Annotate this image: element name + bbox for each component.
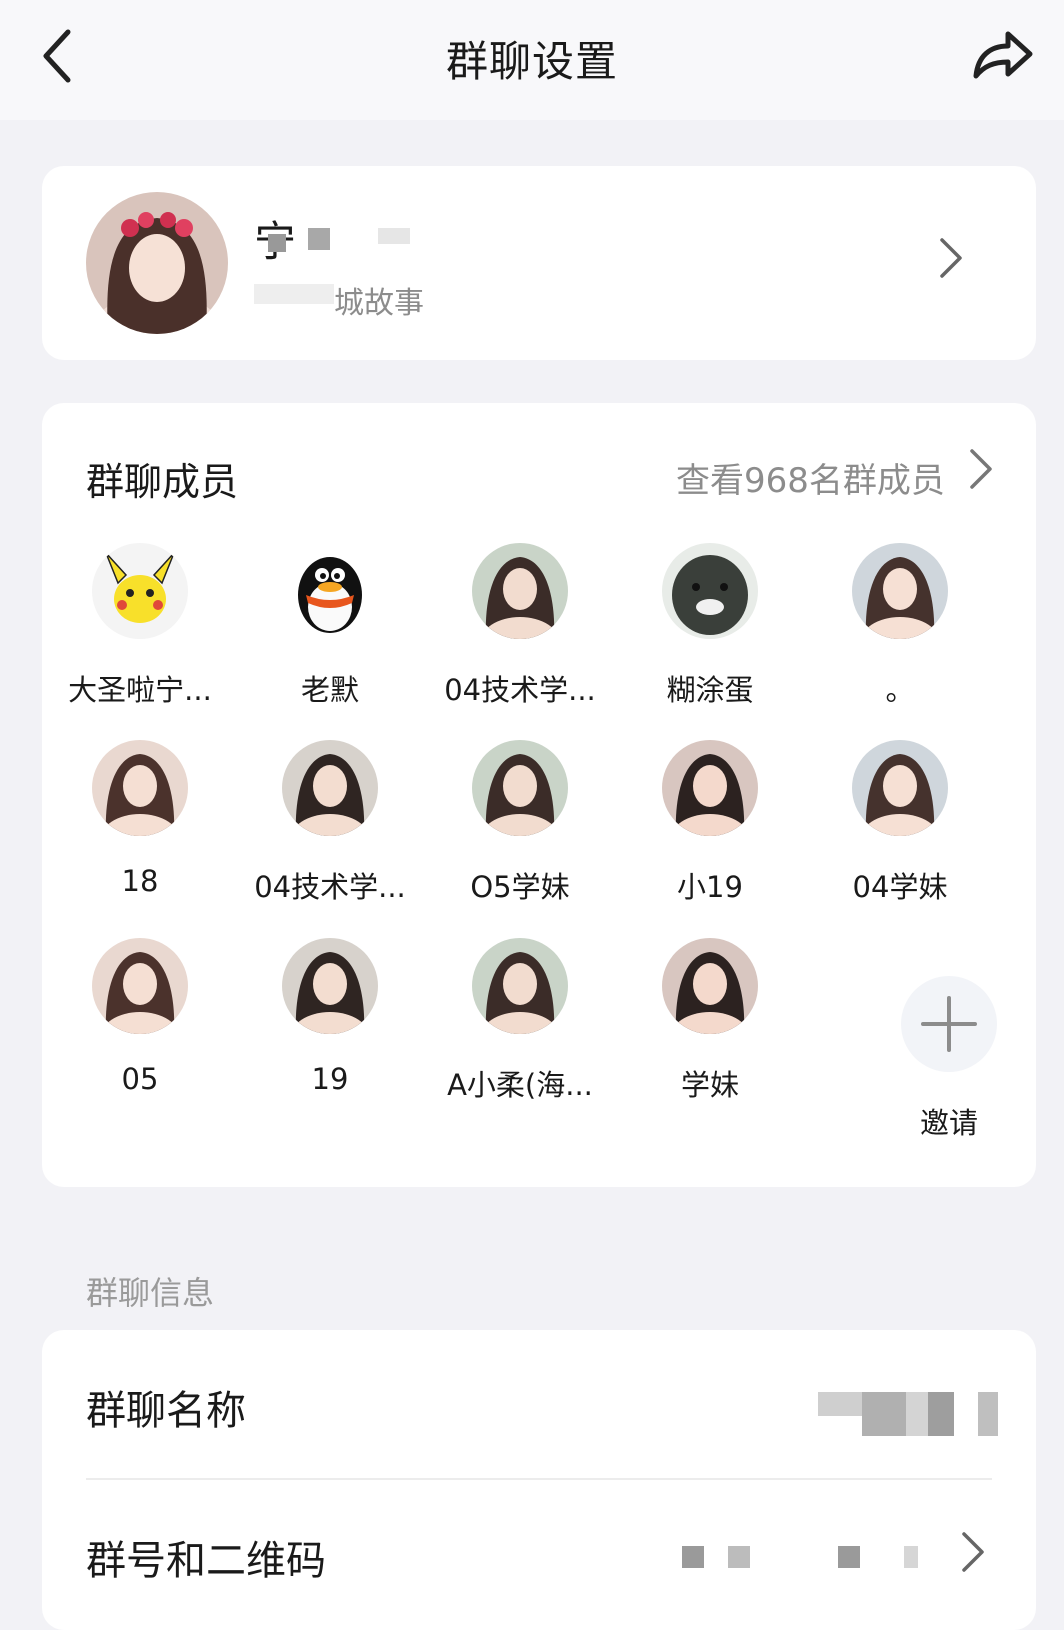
member-avatar[interactable] bbox=[852, 740, 948, 836]
info-section-label: 群聊信息 bbox=[86, 1274, 215, 1312]
redaction-block bbox=[682, 1546, 704, 1568]
member-item[interactable]: 19 bbox=[235, 938, 425, 1096]
redaction-block bbox=[928, 1392, 954, 1436]
member-name: 04学妹 bbox=[852, 870, 948, 904]
member-avatar[interactable] bbox=[472, 740, 568, 836]
member-item[interactable]: 18 bbox=[45, 740, 235, 898]
redaction-block bbox=[728, 1546, 750, 1568]
chevron-right-icon[interactable] bbox=[968, 447, 994, 491]
row-label: 群号和二维码 bbox=[86, 1538, 326, 1584]
info-card: 群聊名称 群号和二维码 bbox=[42, 1330, 1036, 1630]
member-item[interactable]: 04技术学... bbox=[235, 740, 425, 906]
member-item[interactable]: 学妹 bbox=[615, 938, 805, 1104]
invite-button[interactable]: 邀请 bbox=[854, 976, 1044, 1142]
group-avatar bbox=[86, 192, 228, 334]
member-avatar[interactable] bbox=[92, 938, 188, 1034]
group-subtitle: 城故事 bbox=[334, 286, 424, 321]
invite-circle[interactable] bbox=[901, 976, 997, 1072]
member-name: 04技术学... bbox=[444, 673, 596, 707]
redaction-block bbox=[978, 1392, 998, 1436]
redaction-block bbox=[862, 1392, 906, 1436]
members-section-title: 群聊成员 bbox=[86, 460, 239, 504]
redaction-block bbox=[378, 228, 410, 244]
redaction-block bbox=[254, 284, 334, 304]
share-arrow-icon bbox=[973, 31, 1033, 79]
member-avatar[interactable] bbox=[472, 938, 568, 1034]
member-avatar[interactable] bbox=[282, 543, 378, 639]
member-avatar[interactable] bbox=[92, 740, 188, 836]
member-item[interactable]: 04学妹 bbox=[805, 740, 995, 906]
view-all-members-link[interactable]: 查看968名群成员 bbox=[676, 453, 945, 502]
member-item[interactable]: 04技术学... bbox=[425, 543, 615, 709]
member-name: O5学妹 bbox=[470, 870, 570, 904]
chevron-right-icon bbox=[962, 1532, 984, 1572]
member-name: 04技术学... bbox=[254, 870, 406, 904]
member-avatar[interactable] bbox=[662, 740, 758, 836]
member-name: 。 bbox=[885, 673, 915, 707]
page-title: 群聊设置 bbox=[445, 37, 618, 86]
member-item[interactable]: 大圣啦宁... bbox=[45, 543, 235, 709]
member-avatar[interactable] bbox=[282, 740, 378, 836]
member-name: 小19 bbox=[677, 870, 743, 904]
group-profile-card[interactable]: 宁 城故事 bbox=[42, 166, 1036, 360]
row-label: 群聊名称 bbox=[86, 1388, 246, 1434]
member-item[interactable]: 05 bbox=[45, 938, 235, 1096]
top-bar: 群聊设置 bbox=[0, 0, 1064, 120]
member-name: 糊涂蛋 bbox=[666, 673, 754, 707]
member-name: 大圣啦宁... bbox=[68, 673, 212, 707]
member-name: 05 bbox=[121, 1062, 159, 1096]
redaction-block bbox=[904, 1546, 918, 1568]
plus-icon bbox=[921, 996, 977, 1052]
redaction-block bbox=[906, 1392, 928, 1436]
member-item[interactable]: O5学妹 bbox=[425, 740, 615, 906]
group-name-row[interactable]: 群聊名称 bbox=[42, 1330, 1036, 1480]
redaction-block bbox=[818, 1392, 862, 1416]
group-id-qrcode-row[interactable]: 群号和二维码 bbox=[42, 1480, 1036, 1630]
share-button[interactable] bbox=[970, 22, 1036, 88]
member-avatar[interactable] bbox=[472, 543, 568, 639]
member-avatar[interactable] bbox=[852, 543, 948, 639]
member-item[interactable]: 老默 bbox=[235, 543, 425, 709]
member-name: 学妹 bbox=[680, 1068, 739, 1102]
member-avatar[interactable] bbox=[282, 938, 378, 1034]
member-avatar[interactable] bbox=[662, 543, 758, 639]
member-name: 老默 bbox=[300, 673, 359, 707]
redaction-block bbox=[308, 228, 330, 250]
member-item[interactable]: 糊涂蛋 bbox=[615, 543, 805, 709]
redaction-block bbox=[838, 1546, 860, 1568]
member-name: 19 bbox=[311, 1062, 349, 1096]
members-card: 群聊成员 查看968名群成员 大圣啦宁... 老默 04技术学... 糊涂蛋 。 18 04… bbox=[42, 403, 1036, 1187]
chevron-right-icon bbox=[940, 238, 962, 278]
member-avatar[interactable] bbox=[92, 543, 188, 639]
member-item[interactable]: 小19 bbox=[615, 740, 805, 906]
member-avatar[interactable] bbox=[662, 938, 758, 1034]
member-item[interactable]: A小柔(海... bbox=[425, 938, 615, 1104]
invite-label: 邀请 bbox=[919, 1106, 978, 1140]
member-name: 18 bbox=[121, 864, 159, 898]
redaction-block bbox=[268, 234, 286, 252]
member-name: A小柔(海... bbox=[447, 1068, 593, 1102]
member-item[interactable]: 。 bbox=[805, 543, 995, 709]
